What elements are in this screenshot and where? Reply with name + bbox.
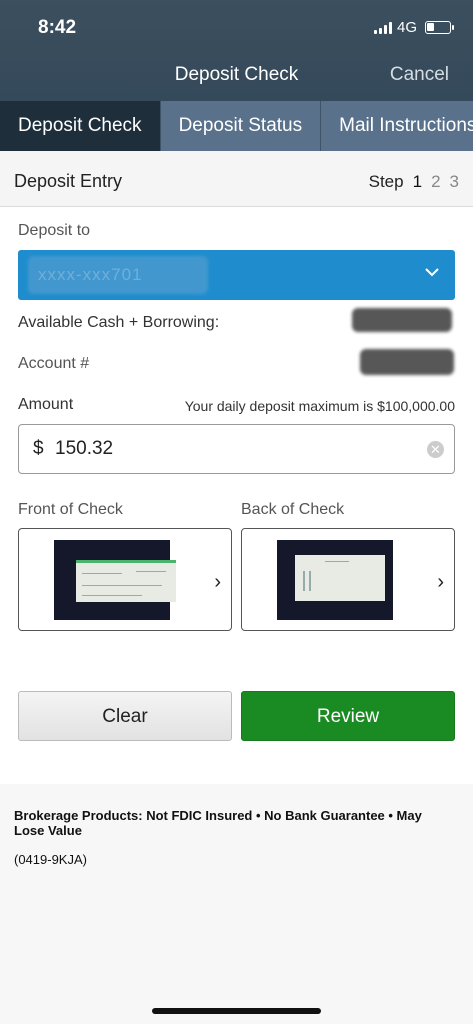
back-of-check-capture[interactable]: › xyxy=(241,528,455,631)
status-indicators: 4G xyxy=(373,19,454,36)
step-label: Step xyxy=(368,172,404,191)
available-cash-label: Available Cash + Borrowing: xyxy=(18,314,220,331)
entry-title: Deposit Entry xyxy=(14,171,123,191)
amount-label: Amount xyxy=(18,396,74,413)
fdic-disclaimer: Brokerage Products: Not FDIC Insured • N… xyxy=(14,808,422,838)
deposit-form: Deposit to xxxx-xxx701 Available Cash + … xyxy=(0,207,473,784)
available-cash-redacted xyxy=(352,308,452,332)
redaction-mark xyxy=(28,256,208,294)
signal-icon xyxy=(373,21,392,34)
tab-bar: Deposit Check Deposit Status Mail Instru… xyxy=(0,101,473,151)
chevron-right-icon: › xyxy=(214,571,221,593)
step-1: 1 xyxy=(412,172,423,191)
back-check-image xyxy=(277,540,393,620)
tab-deposit-check[interactable]: Deposit Check xyxy=(0,101,161,151)
step-indicator: Step 1 2 3 xyxy=(369,172,459,192)
amount-hint: Your daily deposit maximum is $100,000.0… xyxy=(184,398,455,414)
front-of-check-label: Front of Check xyxy=(18,501,123,518)
amount-value: 150.32 xyxy=(55,438,114,459)
clear-button[interactable]: Clear xyxy=(18,691,232,741)
entry-header: Deposit Entry Step 1 2 3 xyxy=(0,151,473,207)
top-bar: 8:42 4G Deposit Check Cancel xyxy=(0,0,473,101)
account-number-redacted xyxy=(360,349,454,375)
status-time: 8:42 xyxy=(38,17,77,38)
chevron-right-icon: › xyxy=(437,571,444,593)
tab-mail-instructions[interactable]: Mail Instructions xyxy=(321,101,473,151)
step-2: 2 xyxy=(431,172,441,191)
cancel-button[interactable]: Cancel xyxy=(390,64,449,86)
battery-icon xyxy=(425,21,454,34)
back-of-check-label: Back of Check xyxy=(241,501,345,518)
front-of-check-capture[interactable]: › xyxy=(18,528,232,631)
review-button[interactable]: Review xyxy=(241,691,455,741)
tab-deposit-status[interactable]: Deposit Status xyxy=(161,101,322,151)
home-indicator[interactable] xyxy=(152,1008,321,1014)
front-check-image xyxy=(54,540,176,620)
deposit-to-label: Deposit to xyxy=(18,222,91,239)
account-number-label: Account # xyxy=(18,355,90,372)
clear-amount-icon[interactable]: ✕ xyxy=(427,441,444,458)
amount-input[interactable]: $ 150.32 ✕ xyxy=(18,424,455,474)
disclosure-code: (0419-9KJA) xyxy=(14,852,87,867)
step-3: 3 xyxy=(449,172,459,191)
amount-currency: $ xyxy=(33,438,44,459)
network-label: 4G xyxy=(396,19,417,36)
chevron-down-icon xyxy=(425,268,439,277)
